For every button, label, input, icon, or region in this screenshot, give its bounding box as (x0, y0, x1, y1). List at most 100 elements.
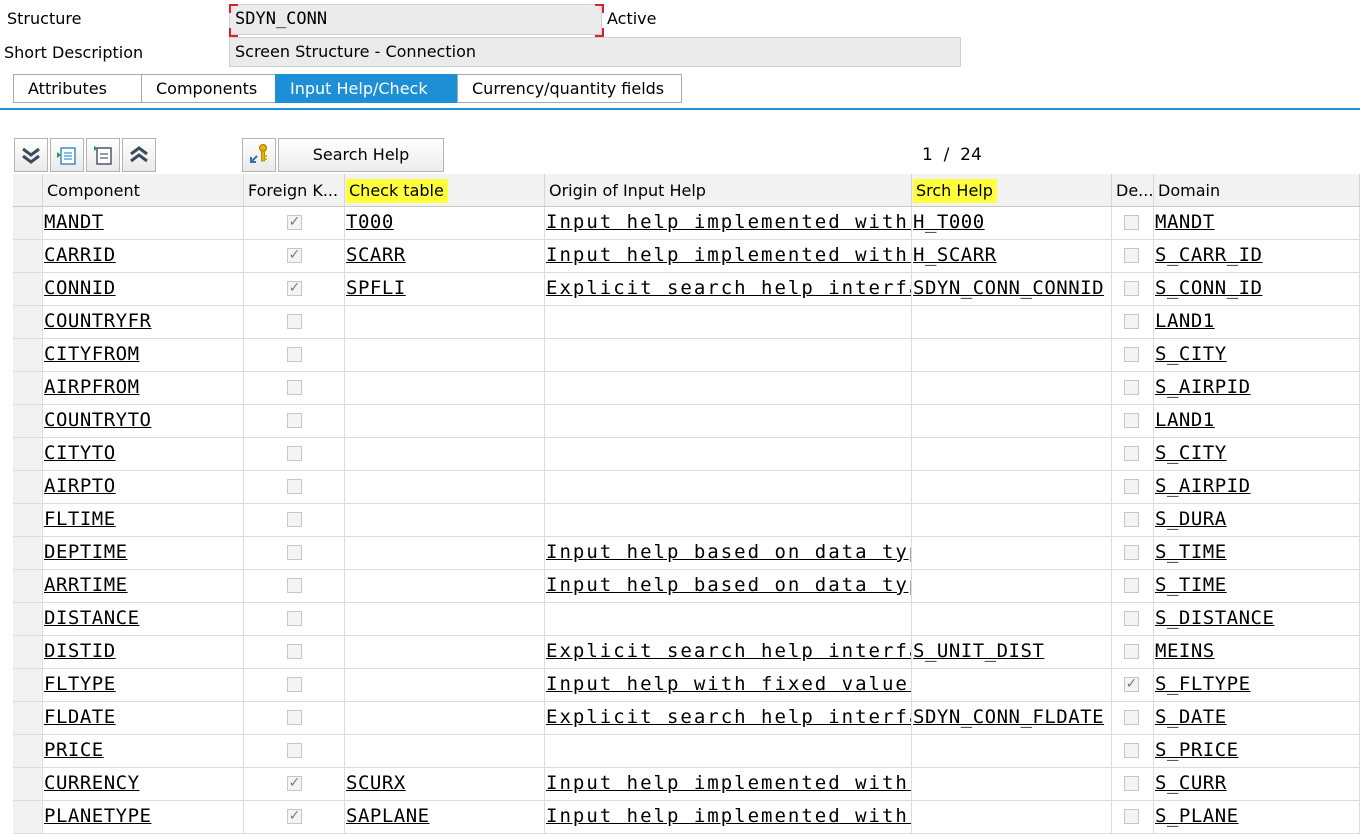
foreign-key-checkbox[interactable]: ✓ (287, 281, 302, 296)
default-checkbox[interactable] (1124, 545, 1139, 560)
default-checkbox[interactable] (1124, 578, 1139, 593)
row-selector[interactable] (13, 603, 43, 636)
component-link[interactable]: PLANETYPE (43, 805, 151, 827)
origin-link[interactable]: Input help implemented with ch (545, 772, 911, 794)
foreign-key-checkbox[interactable] (287, 314, 302, 329)
component-link[interactable]: AIRPFROM (43, 376, 140, 398)
foreign-key-checkbox[interactable] (287, 743, 302, 758)
default-checkbox[interactable] (1124, 215, 1139, 230)
component-link[interactable]: COUNTRYFR (43, 310, 151, 332)
origin-link[interactable]: Input help implemented with ch (545, 244, 911, 266)
row-selector[interactable] (13, 735, 43, 768)
origin-link[interactable]: Input help based on data type (545, 541, 911, 563)
component-link[interactable]: ARRTIME (43, 574, 128, 596)
foreign-key-checkbox[interactable] (287, 512, 302, 527)
row-selector[interactable] (13, 768, 43, 801)
row-selector[interactable] (13, 339, 43, 372)
tab-input-help-check[interactable]: Input Help/Check (275, 74, 457, 103)
domain-link[interactable]: S_DURA (1154, 508, 1227, 530)
row-selector[interactable] (13, 669, 43, 702)
srch-help-link[interactable]: H_SCARR (912, 244, 997, 266)
default-checkbox[interactable] (1124, 809, 1139, 824)
check-table-link[interactable]: SCURX (345, 772, 406, 794)
column-header-srch-help[interactable]: Srch Help (912, 174, 1112, 207)
default-checkbox[interactable] (1124, 314, 1139, 329)
column-header-component[interactable]: Component (43, 174, 244, 207)
check-table-link[interactable]: T000 (345, 211, 394, 233)
component-link[interactable]: MANDT (43, 211, 104, 233)
component-link[interactable]: DISTANCE (43, 607, 140, 629)
domain-link[interactable]: S_TIME (1154, 574, 1227, 596)
component-link[interactable]: PRICE (43, 739, 104, 761)
default-checkbox[interactable] (1124, 710, 1139, 725)
domain-link[interactable]: S_CURR (1154, 772, 1227, 794)
row-selector[interactable] (13, 504, 43, 537)
foreign-key-checkbox[interactable] (287, 545, 302, 560)
component-link[interactable]: DISTID (43, 640, 116, 662)
component-link[interactable]: FLTIME (43, 508, 116, 530)
row-selector[interactable] (13, 537, 43, 570)
component-link[interactable]: COUNTRYTO (43, 409, 151, 431)
domain-link[interactable]: S_FLTYPE (1154, 673, 1251, 695)
row-selector[interactable] (13, 405, 43, 438)
row-selector[interactable] (13, 471, 43, 504)
check-table-link[interactable]: SCARR (345, 244, 406, 266)
component-link[interactable]: CURRENCY (43, 772, 140, 794)
component-link[interactable]: FLDATE (43, 706, 116, 728)
srch-help-link[interactable]: SDYN_CONN_CONNID (912, 277, 1104, 299)
default-checkbox[interactable] (1124, 446, 1139, 461)
srch-help-link[interactable]: H_T000 (912, 211, 985, 233)
default-checkbox[interactable] (1124, 479, 1139, 494)
check-table-link[interactable]: SAPLANE (345, 805, 430, 827)
component-link[interactable]: CITYTO (43, 442, 116, 464)
origin-link[interactable]: Explicit search help interface (545, 706, 911, 728)
origin-link[interactable]: Explicit search help interface (545, 277, 911, 299)
foreign-key-checkbox[interactable] (287, 380, 302, 395)
foreign-key-checkbox[interactable] (287, 479, 302, 494)
column-header-origin[interactable]: Origin of Input Help (545, 174, 912, 207)
row-selector[interactable] (13, 702, 43, 735)
component-link[interactable]: FLTYPE (43, 673, 116, 695)
collapse-all-button[interactable] (122, 138, 156, 172)
origin-link[interactable]: Input help with fixed values (545, 673, 911, 695)
row-selector[interactable] (13, 801, 43, 834)
foreign-key-checkbox[interactable] (287, 446, 302, 461)
origin-link[interactable]: Explicit search help interface (545, 640, 911, 662)
tab-attributes[interactable]: Attributes (13, 74, 141, 103)
component-link[interactable]: DEPTIME (43, 541, 128, 563)
foreign-key-checkbox[interactable] (287, 644, 302, 659)
component-link[interactable]: CITYFROM (43, 343, 140, 365)
search-help-key-button[interactable] (242, 138, 276, 172)
insert-row-button[interactable] (50, 138, 84, 172)
origin-link[interactable]: Input help based on data type (545, 574, 911, 596)
column-header-default[interactable]: De... (1112, 174, 1154, 207)
search-help-button[interactable]: Search Help (278, 138, 444, 172)
row-selector[interactable] (13, 273, 43, 306)
srch-help-link[interactable]: SDYN_CONN_FLDATE (912, 706, 1104, 728)
foreign-key-checkbox[interactable]: ✓ (287, 215, 302, 230)
delete-row-button[interactable] (86, 138, 120, 172)
row-selector[interactable] (13, 240, 43, 273)
foreign-key-checkbox[interactable]: ✓ (287, 248, 302, 263)
srch-help-link[interactable]: S_UNIT_DIST (912, 640, 1044, 662)
domain-link[interactable]: LAND1 (1154, 409, 1215, 431)
foreign-key-checkbox[interactable]: ✓ (287, 776, 302, 791)
default-checkbox[interactable] (1124, 413, 1139, 428)
domain-link[interactable]: LAND1 (1154, 310, 1215, 332)
component-link[interactable]: CARRID (43, 244, 116, 266)
domain-link[interactable]: S_DISTANCE (1154, 607, 1274, 629)
default-checkbox[interactable] (1124, 281, 1139, 296)
column-header-domain[interactable]: Domain (1154, 174, 1360, 207)
row-selector[interactable] (13, 570, 43, 603)
row-selector[interactable] (13, 306, 43, 339)
row-selector[interactable] (13, 636, 43, 669)
component-link[interactable]: AIRPTO (43, 475, 116, 497)
expand-all-button[interactable] (14, 138, 48, 172)
foreign-key-checkbox[interactable] (287, 413, 302, 428)
foreign-key-checkbox[interactable] (287, 578, 302, 593)
foreign-key-checkbox[interactable] (287, 347, 302, 362)
domain-link[interactable]: S_TIME (1154, 541, 1227, 563)
origin-link[interactable]: Input help implemented with ch (545, 805, 911, 827)
component-link[interactable]: CONNID (43, 277, 116, 299)
default-checkbox[interactable]: ✓ (1124, 677, 1139, 692)
